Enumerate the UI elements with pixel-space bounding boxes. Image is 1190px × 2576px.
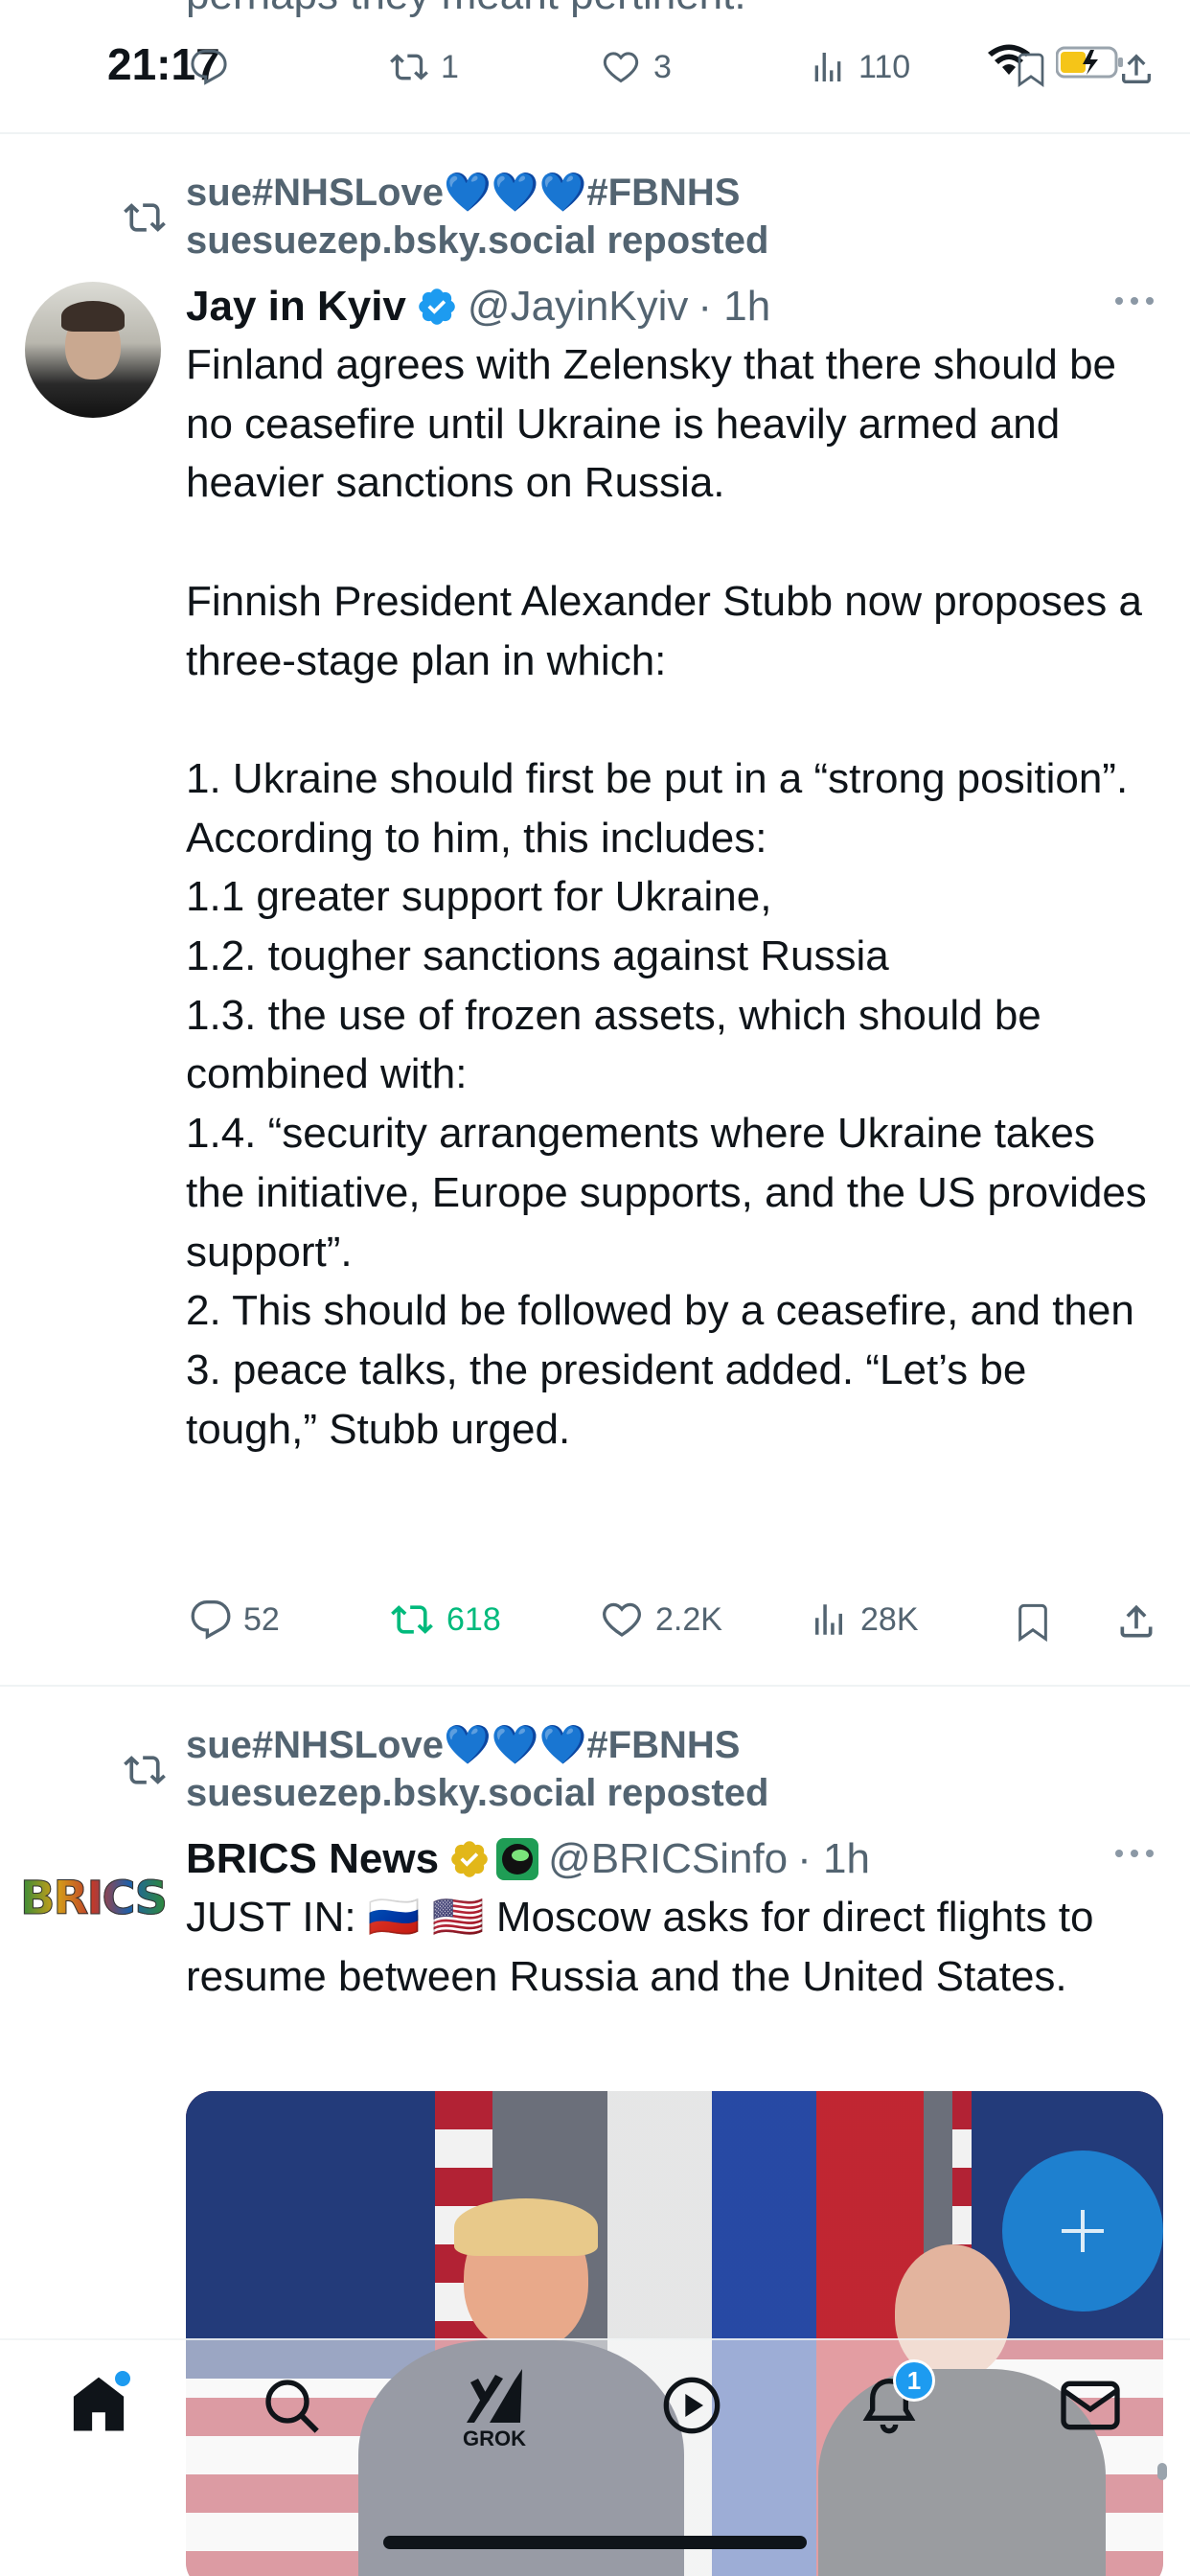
share-button[interactable]: [1117, 50, 1156, 93]
nav-search[interactable]: [261, 2375, 322, 2441]
verified-badge-icon: [451, 1841, 488, 1877]
more-icon[interactable]: [1111, 1844, 1157, 1868]
mail-icon: [1061, 2380, 1120, 2430]
reply-button[interactable]: 52: [190, 1598, 280, 1641]
author-name[interactable]: Jay in Kyiv: [186, 283, 406, 331]
tweet-time[interactable]: · 1h: [797, 1835, 870, 1883]
prev-like-count: 3: [653, 48, 672, 85]
notification-count: 1: [906, 2365, 922, 2395]
prev-retweet-button[interactable]: 1: [389, 48, 459, 86]
retweet-icon: [123, 196, 167, 243]
share-button[interactable]: [1115, 1600, 1157, 1647]
views-button[interactable]: 28K: [809, 1598, 919, 1641]
reply-count: 52: [243, 1600, 280, 1638]
author-handle[interactable]: @BRICSinfo: [548, 1835, 788, 1883]
more-icon[interactable]: [1111, 291, 1157, 315]
nav-messages[interactable]: [1060, 2379, 1121, 2437]
bookmark-button[interactable]: [1014, 1600, 1052, 1647]
video-icon: [663, 2377, 721, 2434]
like-count: 2.2K: [655, 1600, 722, 1638]
home-indicator: [383, 2536, 807, 2549]
avatar[interactable]: BRICS: [19, 1830, 169, 1966]
reply-icon: [191, 1600, 231, 1640]
tweet-text: JUST IN: 🇷🇺 🇺🇸 Moscow asks for direct fl…: [186, 1894, 1106, 2000]
reply-icon: [191, 49, 227, 85]
brics-logo-text: BRICS: [19, 1872, 168, 1926]
tweet-jay-in-kyiv[interactable]: sue#NHSLove💙💙💙#FBNHS suesuezep.bsky.soci…: [0, 134, 1190, 1685]
views-icon: [815, 1604, 842, 1635]
nav-home[interactable]: [67, 2371, 130, 2441]
home-unread-dot: [115, 2371, 130, 2386]
like-button[interactable]: 2.2K: [600, 1598, 722, 1641]
grok-label: GROK: [463, 2426, 526, 2450]
retweet-icon: [391, 1605, 433, 1634]
verified-badge-icon: [419, 288, 455, 325]
compose-button[interactable]: [1002, 2150, 1163, 2312]
previous-tweet-cut-text: perhaps they meant pertinent.: [186, 0, 746, 19]
heart-icon: [603, 52, 639, 83]
affiliate-badge-icon: [496, 1838, 539, 1880]
retweet-count: 618: [446, 1600, 501, 1638]
prev-views-count: 110: [858, 48, 911, 85]
grok-icon: [467, 2369, 522, 2423]
bookmark-icon: [1018, 1603, 1047, 1643]
prev-views-button[interactable]: 110: [809, 48, 910, 86]
share-icon: [1122, 54, 1151, 83]
notification-badge: 1: [893, 2359, 935, 2402]
retweet-icon: [123, 1749, 167, 1796]
search-icon: [265, 2380, 319, 2433]
prev-reply-button[interactable]: [190, 48, 228, 86]
retweet-button[interactable]: 618: [389, 1598, 501, 1641]
retweet-icon: [390, 54, 428, 80]
views-icon: [814, 53, 841, 81]
author-row: BRICS News @BRICSinfo · 1h: [186, 1830, 870, 1888]
bookmark-icon: [1018, 53, 1044, 88]
previous-tweet-fragment: perhaps they meant pertinent. 21:17 1 3 …: [0, 0, 1190, 134]
battery-icon: [1055, 46, 1125, 83]
bookmark-button[interactable]: [1014, 50, 1048, 93]
author-row: Jay in Kyiv @JayinKyiv · 1h: [186, 278, 770, 335]
repost-user[interactable]: sue#NHSLove💙💙💙#FBNHS: [186, 169, 740, 217]
views-count: 28K: [860, 1600, 919, 1638]
tweet-text: Finland agrees with Zelensky that there …: [186, 341, 1147, 1453]
repost-user[interactable]: sue#NHSLove💙💙💙#FBNHS: [186, 1721, 740, 1769]
avatar[interactable]: [25, 282, 161, 418]
nav-video[interactable]: [661, 2375, 722, 2441]
repost-label[interactable]: suesuezep.bsky.social reposted: [186, 217, 768, 264]
repost-label[interactable]: suesuezep.bsky.social reposted: [186, 1769, 768, 1817]
nav-grok[interactable]: GROK: [456, 2365, 533, 2461]
author-handle[interactable]: @JayinKyiv: [468, 283, 689, 331]
nav-notifications[interactable]: 1: [858, 2359, 935, 2441]
heart-icon: [603, 1602, 641, 1637]
prev-like-button[interactable]: 3: [600, 48, 672, 86]
author-name[interactable]: BRICS News: [186, 1835, 439, 1883]
scroll-indicator: [1157, 2463, 1167, 2480]
compose-plus-icon: [1062, 2210, 1104, 2252]
tweet-time[interactable]: · 1h: [698, 283, 770, 331]
prev-retweet-count: 1: [441, 48, 459, 85]
share-icon: [1120, 1604, 1153, 1638]
